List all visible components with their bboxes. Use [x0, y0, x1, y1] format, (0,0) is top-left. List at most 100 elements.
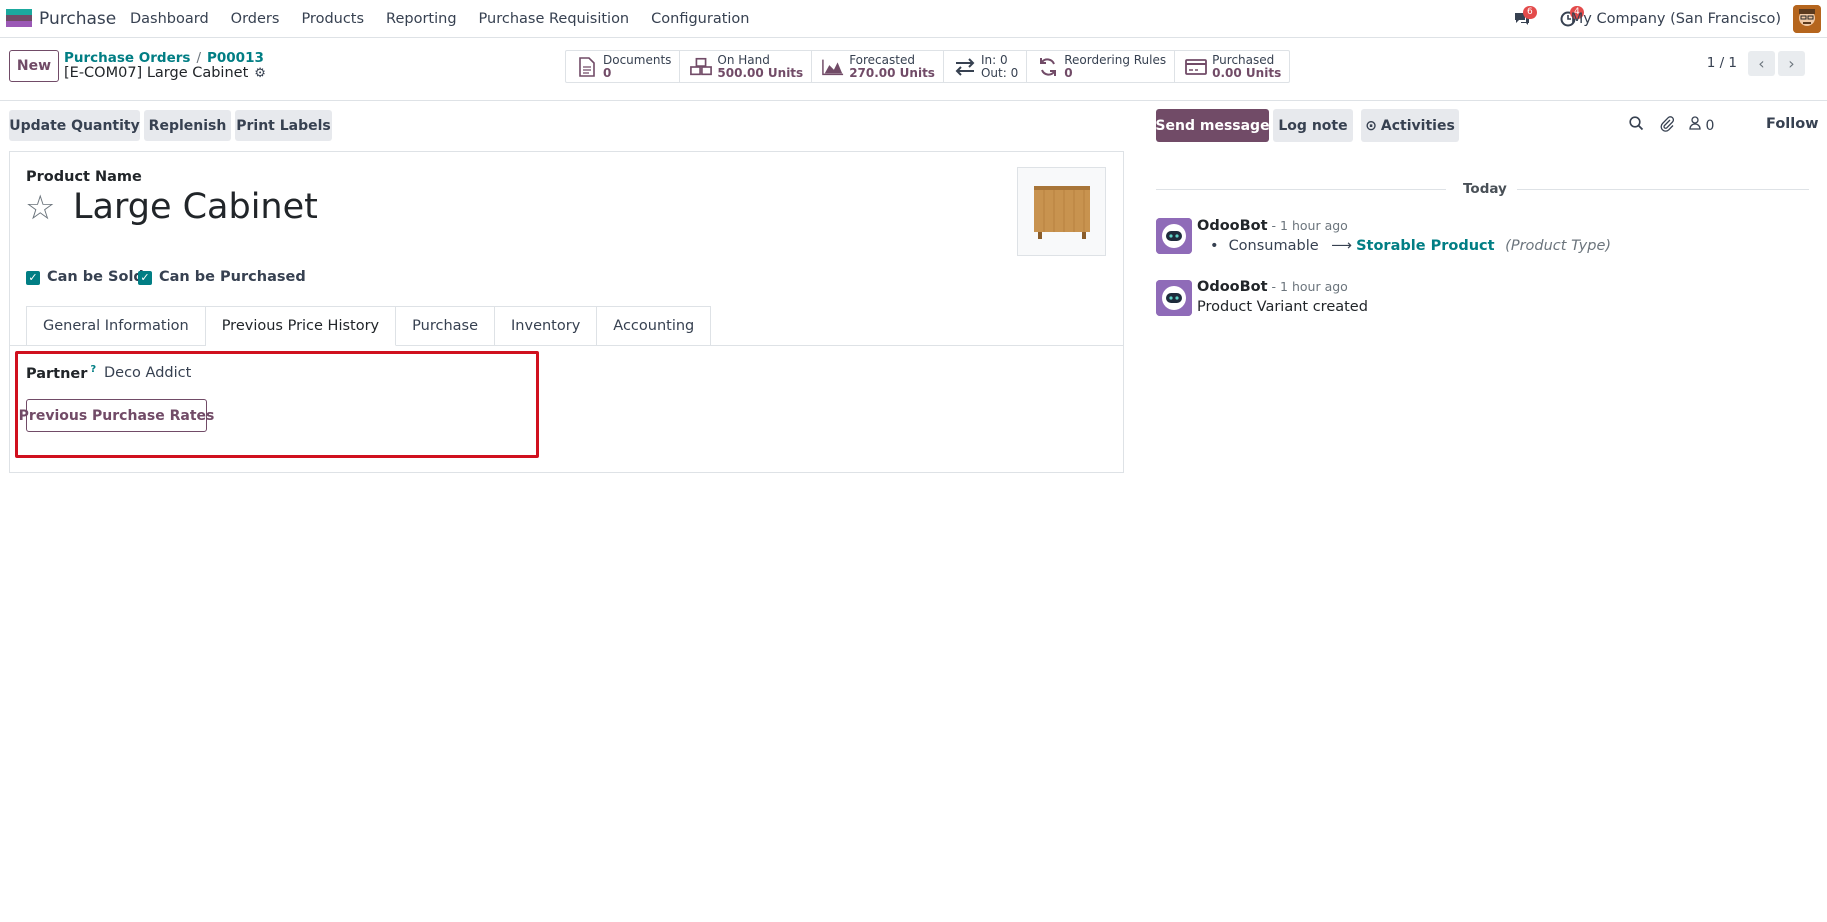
tracking-old-value: Consumable [1228, 238, 1319, 254]
chevron-left-icon: ‹ [1758, 54, 1765, 73]
can-be-purchased-checkbox[interactable]: ✓ [138, 271, 152, 285]
pager-previous-button[interactable]: ‹ [1748, 51, 1775, 76]
exchange-icon [954, 56, 976, 78]
smart-button-forecasted[interactable]: Forecasted 270.00 Units [812, 51, 944, 82]
smart-button-value: 0 [603, 65, 612, 80]
menu-orders[interactable]: Orders [231, 11, 280, 27]
control-panel-divider [0, 100, 1827, 101]
smart-button-documents[interactable]: Documents 0 [566, 51, 681, 82]
log-note-button[interactable]: Log note [1273, 109, 1353, 142]
can-be-sold-label[interactable]: Can be Sold [47, 269, 144, 285]
message-author-name: OdooBot [1197, 279, 1268, 295]
partner-help-tooltip[interactable]: ? [90, 364, 96, 375]
company-switcher[interactable]: My Company (San Francisco) [1571, 11, 1781, 27]
message-time: - 1 hour ago [1267, 218, 1348, 233]
tab-accounting[interactable]: Accounting [597, 306, 712, 346]
menu-dashboard[interactable]: Dashboard [130, 11, 209, 27]
date-separator-line [1156, 189, 1446, 190]
tracking-new-value: Storable Product [1356, 238, 1495, 254]
credit-card-icon [1185, 56, 1208, 78]
activities-button[interactable]: ⊙ Activities [1361, 109, 1459, 142]
main-menu: Dashboard Orders Products Reporting Purc… [130, 0, 771, 38]
refresh-icon [1037, 56, 1059, 78]
smart-button-label: Purchased [1212, 52, 1275, 67]
menu-reporting[interactable]: Reporting [386, 11, 457, 27]
favorite-star-icon[interactable]: ☆ [25, 188, 55, 228]
messages-icon[interactable]: 6 [1513, 6, 1537, 31]
print-labels-button[interactable]: Print Labels [235, 110, 332, 141]
activities-label: Activities [1380, 117, 1455, 134]
message-author[interactable]: OdooBot - 1 hour ago [1197, 218, 1348, 234]
breadcrumb-p00013[interactable]: P00013 [207, 50, 264, 66]
smart-button-value: 270.00 Units [849, 65, 935, 80]
cubes-icon [690, 56, 713, 78]
pager-next-button[interactable]: › [1778, 51, 1805, 76]
smart-button-value: Out: 0 [980, 65, 1019, 80]
user-avatar[interactable] [1793, 5, 1821, 33]
tab-inventory[interactable]: Inventory [495, 306, 598, 346]
partner-label: Partner? [26, 364, 96, 382]
smart-button-value: 0.00 Units [1212, 65, 1282, 80]
partner-field[interactable]: Deco Addict [104, 365, 191, 381]
app-name[interactable]: Purchase [39, 9, 116, 29]
messages-badge: 6 [1523, 6, 1537, 19]
product-name-input[interactable]: Large Cabinet [73, 187, 318, 227]
send-message-button[interactable]: Send message [1155, 109, 1270, 142]
area-chart-icon [822, 56, 844, 78]
arrow-right-icon: ⟶ [1331, 238, 1353, 254]
smart-button-value: 0 [1064, 65, 1073, 80]
paperclip-icon[interactable] [1660, 116, 1675, 136]
cabinet-image-icon [1033, 185, 1090, 239]
smart-button-on-hand[interactable]: On Hand 500.00 Units [680, 51, 813, 82]
date-separator-line [1517, 189, 1809, 190]
tab-previous-price-history[interactable]: Previous Price History [205, 306, 397, 346]
form-tabs: General Information Previous Price Histo… [26, 306, 712, 346]
file-icon [576, 56, 598, 78]
product-image[interactable] [1017, 167, 1106, 256]
apps-menu-icon[interactable] [6, 9, 32, 27]
message-time: - 1 hour ago [1267, 279, 1348, 294]
message-author[interactable]: OdooBot - 1 hour ago [1197, 279, 1348, 295]
breadcrumb-purchase-orders[interactable]: Purchase Orders [64, 50, 190, 66]
breadcrumb: Purchase Orders / P00013 [64, 50, 264, 66]
top-navbar: Purchase Dashboard Orders Products Repor… [0, 0, 1827, 38]
smart-button-value: 500.00 Units [717, 65, 804, 80]
can-be-purchased-label[interactable]: Can be Purchased [159, 269, 306, 285]
record-title: [E-COM07] Large Cabinet ⚙ [64, 65, 266, 81]
user-icon [1689, 116, 1701, 130]
menu-configuration[interactable]: Configuration [651, 11, 749, 27]
date-separator: Today [1463, 181, 1507, 197]
smart-button-in-out[interactable]: In: 0 Out: 0 [944, 51, 1028, 82]
chevron-right-icon: › [1788, 54, 1795, 73]
menu-products[interactable]: Products [301, 11, 364, 27]
smart-button-reordering-rules[interactable]: Reordering Rules 0 [1027, 51, 1176, 82]
pager-value[interactable]: 1 / 1 [1707, 55, 1737, 71]
gear-icon[interactable]: ⚙ [254, 66, 266, 81]
tab-purchase[interactable]: Purchase [396, 306, 496, 346]
update-quantity-button[interactable]: Update Quantity [9, 110, 140, 141]
smart-button-label: In: 0 [980, 52, 1008, 67]
previous-purchase-rates-button[interactable]: Previous Purchase Rates [19, 399, 214, 432]
tracking-field-name: (Product Type) [1505, 238, 1612, 254]
odoobot-avatar[interactable] [1156, 280, 1192, 316]
followers-button[interactable]: 0 [1689, 116, 1714, 134]
follow-button[interactable]: Follow [1766, 116, 1819, 132]
menu-purchase-requisition[interactable]: Purchase Requisition [479, 11, 630, 27]
partner-label-text: Partner [26, 365, 88, 382]
search-icon[interactable] [1629, 116, 1644, 135]
breadcrumb-separator: / [196, 50, 201, 66]
bullet: • [1210, 238, 1219, 254]
tab-general-information[interactable]: General Information [26, 306, 206, 346]
can-be-sold-checkbox[interactable]: ✓ [26, 271, 40, 285]
clock-icon: ⊙ [1365, 117, 1377, 134]
smart-button-label: Forecasted [849, 52, 915, 67]
message-author-name: OdooBot [1197, 218, 1268, 234]
smart-buttons: Documents 0 On Hand 500.00 Units Forecaste… [565, 50, 1291, 83]
replenish-button[interactable]: Replenish [144, 110, 231, 141]
tracking-value: • Consumable ⟶ Storable Product (Product T… [1210, 238, 1611, 254]
product-name-label: Product Name [26, 169, 142, 185]
smart-button-purchased[interactable]: Purchased 0.00 Units [1175, 51, 1289, 82]
odoobot-avatar[interactable] [1156, 218, 1192, 254]
message-body: Product Variant created [1197, 299, 1368, 315]
new-button[interactable]: New [9, 50, 59, 82]
